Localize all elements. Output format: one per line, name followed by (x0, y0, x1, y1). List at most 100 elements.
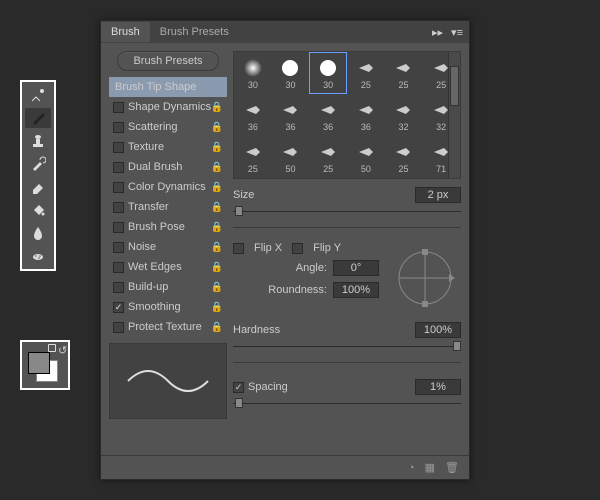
brush-tip-cell[interactable]: 30 (309, 52, 347, 94)
roundness-value[interactable]: 100% (333, 282, 379, 298)
brush-tip-cell[interactable]: 25 (234, 136, 272, 178)
brush-tip-cell[interactable]: 50 (347, 136, 385, 178)
lock-icon[interactable]: 🔒 (211, 262, 223, 273)
checkbox[interactable] (113, 102, 124, 113)
heal-tool[interactable] (25, 85, 51, 105)
brush-tip-cell[interactable]: 25 (385, 52, 423, 94)
brush-tip-cell[interactable]: 25 (347, 52, 385, 94)
lock-icon[interactable]: 🔒 (211, 242, 223, 253)
checkbox[interactable] (113, 202, 124, 213)
option-label: Smoothing (128, 301, 181, 313)
brush-tip-cell[interactable]: 50 (347, 178, 385, 179)
brush-tip-cell[interactable]: 30 (272, 52, 310, 94)
new-preset-icon[interactable]: ▦ (425, 461, 435, 474)
angle-value[interactable]: 0° (333, 260, 379, 276)
size-value[interactable]: 2 px (415, 187, 461, 203)
hardness-slider[interactable] (233, 340, 461, 354)
checkbox[interactable] (113, 222, 124, 233)
checkbox[interactable] (113, 302, 124, 313)
brush-size-label: 36 (248, 122, 258, 132)
size-slider[interactable] (233, 205, 461, 219)
lock-icon[interactable]: 🔒 (211, 302, 223, 313)
option-smoothing[interactable]: Smoothing 🔒 (109, 297, 227, 317)
angle-compass[interactable] (389, 242, 461, 314)
brush-tip-cell[interactable]: 50 (422, 178, 460, 179)
history-brush-tool[interactable] (25, 154, 51, 174)
scrollbar-thumb[interactable] (450, 66, 459, 106)
brush-tip-cell[interactable]: 36 (272, 94, 310, 136)
spacing-checkbox[interactable]: ✓ (233, 382, 244, 393)
brush-tip-cell[interactable]: 50 (385, 178, 423, 179)
bucket-tool[interactable] (25, 200, 51, 220)
option-label: Wet Edges (128, 261, 182, 273)
option-build-up[interactable]: Build-up🔒 (109, 277, 227, 297)
sponge-tool[interactable] (25, 246, 51, 266)
option-transfer[interactable]: Transfer🔒 (109, 197, 227, 217)
tab-brush[interactable]: Brush (101, 22, 150, 42)
option-brush-tip-shape[interactable]: Brush Tip Shape (109, 77, 227, 97)
brush-tip-cell[interactable]: 25 (385, 136, 423, 178)
blur-tool[interactable] (25, 223, 51, 243)
lock-icon[interactable]: 🔒 (211, 162, 223, 173)
brush-tip-cell[interactable]: 50 (234, 178, 272, 179)
checkbox[interactable] (113, 122, 124, 133)
spacing-slider[interactable] (233, 397, 461, 411)
option-dual-brush[interactable]: Dual Brush 🔒 (109, 157, 227, 177)
option-texture[interactable]: Texture🔒 (109, 137, 227, 157)
toggle-preview-icon[interactable]: ◔ (408, 462, 415, 474)
stamp-tool[interactable] (25, 131, 51, 151)
option-noise[interactable]: Noise🔒 (109, 237, 227, 257)
brush-tip-cell[interactable]: 50 (309, 178, 347, 179)
lock-icon[interactable]: 🔒 (211, 122, 223, 133)
option-shape-dynamics[interactable]: Shape Dynamics🔒 (109, 97, 227, 117)
trash-icon[interactable]: 🗑 (445, 461, 459, 474)
option-brush-pose[interactable]: Brush Pose 🔒 (109, 217, 227, 237)
option-label: Brush Pose (128, 221, 185, 233)
checkbox[interactable] (113, 242, 124, 253)
brush-tool[interactable] (25, 108, 51, 128)
panel-menu-icon[interactable]: ▾≡ (451, 26, 463, 39)
option-label: Dual Brush (128, 161, 182, 173)
brush-size-label: 32 (436, 122, 446, 132)
lock-icon[interactable]: 🔒 (211, 322, 223, 333)
lock-icon[interactable]: 🔒 (211, 202, 223, 213)
eraser-tool[interactable] (25, 177, 51, 197)
lock-icon[interactable]: 🔒 (211, 102, 223, 113)
spacing-value[interactable]: 1% (415, 379, 461, 395)
checkbox[interactable] (113, 282, 124, 293)
brush-tip-cell[interactable]: 36 (309, 94, 347, 136)
option-color-dynamics[interactable]: Color Dynamics🔒 (109, 177, 227, 197)
cycle-icon[interactable]: ▸▸ (432, 26, 443, 39)
stroke-preview (109, 343, 227, 419)
lock-icon[interactable]: 🔒 (211, 222, 223, 233)
lock-icon[interactable]: 🔒 (211, 282, 223, 293)
brush-size-label: 25 (436, 80, 446, 90)
option-protect-texture[interactable]: Protect Texture🔒 (109, 317, 227, 337)
grid-scrollbar[interactable] (448, 52, 460, 178)
brush-size-label: 36 (361, 122, 371, 132)
tab-brush-presets[interactable]: Brush Presets (150, 22, 239, 42)
flip-x-checkbox[interactable] (233, 243, 244, 254)
foreground-color[interactable] (28, 352, 50, 374)
brush-tip-cell[interactable]: 25 (309, 136, 347, 178)
brush-tip-cell[interactable]: 50 (272, 136, 310, 178)
brush-presets-button[interactable]: Brush Presets (117, 51, 219, 71)
brush-tip-cell[interactable]: 36 (234, 94, 272, 136)
checkbox[interactable] (113, 162, 124, 173)
checkbox[interactable] (113, 142, 124, 153)
default-colors-icon[interactable]: ↺ (58, 344, 66, 352)
brush-tip-cell[interactable]: 30 (234, 52, 272, 94)
lock-icon[interactable]: 🔒 (211, 142, 223, 153)
lock-icon[interactable]: 🔒 (211, 182, 223, 193)
brush-tip-cell[interactable]: 50 (272, 178, 310, 179)
hardness-value[interactable]: 100% (415, 322, 461, 338)
checkbox[interactable] (113, 262, 124, 273)
swap-colors-icon[interactable] (48, 344, 56, 352)
checkbox[interactable] (113, 182, 124, 193)
brush-tip-cell[interactable]: 36 (347, 94, 385, 136)
option-scattering[interactable]: Scattering🔒 (109, 117, 227, 137)
flip-y-checkbox[interactable] (292, 243, 303, 254)
option-wet-edges[interactable]: Wet Edges 🔒 (109, 257, 227, 277)
checkbox[interactable] (113, 322, 124, 333)
brush-tip-cell[interactable]: 32 (385, 94, 423, 136)
